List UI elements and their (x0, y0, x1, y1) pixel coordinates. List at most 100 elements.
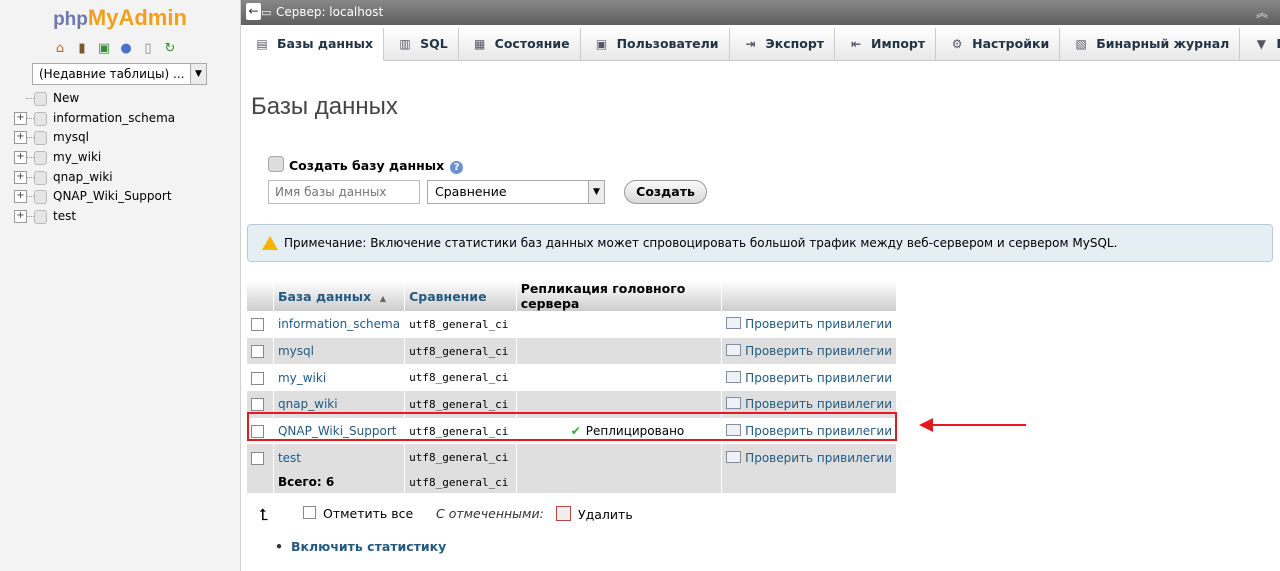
sort-by-database-link[interactable]: База данных (278, 289, 371, 304)
database-link[interactable]: qnap_wiki (278, 397, 338, 411)
tree-connector (26, 196, 34, 198)
logout-icon[interactable]: ▮ (74, 41, 90, 57)
database-name-cell: test (273, 444, 406, 472)
row-checkbox[interactable] (251, 345, 264, 359)
phpmyadmin-logo[interactable]: phpMyAdmin (0, 5, 240, 31)
reload-icon[interactable]: ↻ (162, 41, 178, 57)
privileges-icon (726, 424, 742, 437)
row-checkbox[interactable] (251, 371, 264, 385)
tab-1[interactable]: ▥ SQL (384, 28, 459, 60)
nav-tree-item[interactable]: + test (14, 207, 175, 227)
check-privileges-link[interactable]: Проверить привилегии (745, 317, 892, 331)
nav-tree-label[interactable]: New (53, 91, 79, 105)
tab-4[interactable]: ⇥ Экспорт (730, 28, 836, 60)
database-link[interactable]: QNAP_Wiki_Support (278, 424, 397, 438)
tab-label: SQL (420, 36, 448, 51)
create-database-text: Создать базу данных (289, 158, 445, 173)
header-collation[interactable]: Сравнение (404, 281, 517, 311)
database-icon (34, 190, 47, 205)
nav-tree-label[interactable]: mysql (53, 130, 89, 144)
check-privileges-link[interactable]: Проверить привилегии (745, 397, 892, 411)
create-button[interactable]: Создать (624, 180, 707, 204)
total-label: Всего: 6 (273, 471, 406, 494)
collation-cell: utf8_general_ci (404, 364, 517, 392)
docs-icon[interactable]: ▯ (140, 41, 156, 57)
server-breadcrumb[interactable]: Сервер: localhost (276, 5, 383, 19)
tree-connector (26, 117, 34, 119)
collation-value: Сравнение (435, 184, 507, 199)
collapse-icon[interactable]: ︽ (1256, 4, 1268, 21)
sort-by-collation-link[interactable]: Сравнение (409, 289, 486, 304)
nav-tree-label[interactable]: qnap_wiki (53, 170, 113, 184)
select-all[interactable]: Отметить все (303, 506, 413, 521)
select-all-checkbox[interactable] (303, 506, 316, 519)
help-icon[interactable]: ● (118, 41, 134, 57)
check-privileges-link[interactable]: Проверить привилегии (745, 344, 892, 358)
nav-tree-label[interactable]: QNAP_Wiki_Support (53, 189, 172, 203)
tab-7[interactable]: ▧ Бинарный журнал (1060, 28, 1241, 60)
total-collation: utf8_general_ci (404, 471, 517, 494)
with-selected-label: С отмеченными: (436, 506, 544, 521)
nav-tree-label[interactable]: test (53, 209, 76, 223)
privileges-icon (726, 450, 742, 463)
database-name-input[interactable] (268, 180, 420, 204)
action-cell: Проверить привилегии (721, 337, 897, 365)
annotation-arrow-line (931, 424, 1026, 426)
row-checkbox-cell (247, 337, 274, 365)
delete-label: Удалить (578, 507, 633, 522)
row-checkbox[interactable] (251, 318, 264, 332)
nav-tree-item[interactable]: New (14, 89, 175, 109)
tab-5[interactable]: ⇤ Импорт (835, 28, 937, 60)
enable-statistics-link[interactable]: Включить статистику (291, 539, 446, 554)
database-link[interactable]: mysql (278, 344, 314, 358)
database-link[interactable]: test (278, 451, 301, 465)
header-database[interactable]: База данных ▲ (273, 281, 406, 311)
query-window-icon[interactable]: ▣ (96, 41, 112, 57)
help-icon[interactable]: ? (450, 161, 464, 174)
main-pane: ← ▭ Сервер: localhost ︽ ▤ Базы данных ▥ SQL… (241, 0, 1280, 571)
tab-0[interactable]: ▤ Базы данных (241, 28, 385, 61)
nav-tree-label[interactable]: information_schema (53, 111, 175, 125)
recent-tables-select[interactable]: (Недавние таблицы) ... ▼ (32, 63, 207, 85)
collation-cell: utf8_general_ci (404, 391, 517, 418)
row-checkbox[interactable] (251, 425, 264, 439)
database-link[interactable]: information_schema (278, 317, 400, 331)
nav-tree-item[interactable]: + information_schema (14, 109, 175, 129)
tab-2[interactable]: ▦ Состояние (459, 28, 581, 60)
check-privileges-link[interactable]: Проверить привилегии (745, 371, 892, 385)
action-cell: Проверить привилегии (721, 391, 897, 418)
row-checkbox-cell (247, 444, 274, 472)
table-row: my_wiki utf8_general_ci Проверить привилег… (247, 364, 897, 392)
nav-tree-item[interactable]: + QNAP_Wiki_Support (14, 187, 175, 207)
delete-button[interactable]: Удалить (556, 506, 633, 522)
collation-select[interactable]: Сравнение ▼ (427, 180, 605, 204)
nav-tree-label[interactable]: my_wiki (53, 150, 101, 164)
tab-6[interactable]: ⚙ Настройки (936, 28, 1061, 60)
nav-tree-item[interactable]: + qnap_wiki (14, 168, 175, 188)
tab-8[interactable]: ▼ Ещё (1240, 28, 1280, 60)
nav-tree-item[interactable]: + my_wiki (14, 148, 175, 168)
nav-tree-item[interactable]: + mysql (14, 128, 175, 148)
check-icon: ✔ (570, 424, 581, 439)
collation-cell: utf8_general_ci (404, 444, 517, 472)
notice-message: Примечание: Включение статистики баз дан… (247, 224, 1273, 262)
row-checkbox[interactable] (251, 398, 264, 412)
server-icon: ▭ (261, 6, 272, 19)
table-row: mysql utf8_general_ci Проверить привилегии (247, 337, 897, 365)
arrow-ltr-icon: ⮤ (259, 505, 269, 524)
table-row: qnap_wiki utf8_general_ci Проверить привил… (247, 391, 897, 418)
row-checkbox-cell (247, 417, 274, 445)
back-arrow-icon[interactable]: ← (246, 3, 261, 20)
database-icon (34, 210, 47, 225)
home-icon[interactable]: ⌂ (52, 41, 68, 57)
row-checkbox[interactable] (251, 451, 264, 465)
database-name-cell: my_wiki (273, 364, 406, 392)
privileges-icon (726, 344, 742, 357)
check-privileges-link[interactable]: Проверить привилегии (745, 451, 892, 465)
database-link[interactable]: my_wiki (278, 371, 326, 385)
tab-label: Экспорт (765, 36, 825, 51)
header-checkbox-col (247, 281, 274, 311)
tab-3[interactable]: ▣ Пользователи (581, 28, 730, 60)
tree-connector (26, 176, 34, 178)
check-privileges-link[interactable]: Проверить привилегии (745, 424, 892, 438)
